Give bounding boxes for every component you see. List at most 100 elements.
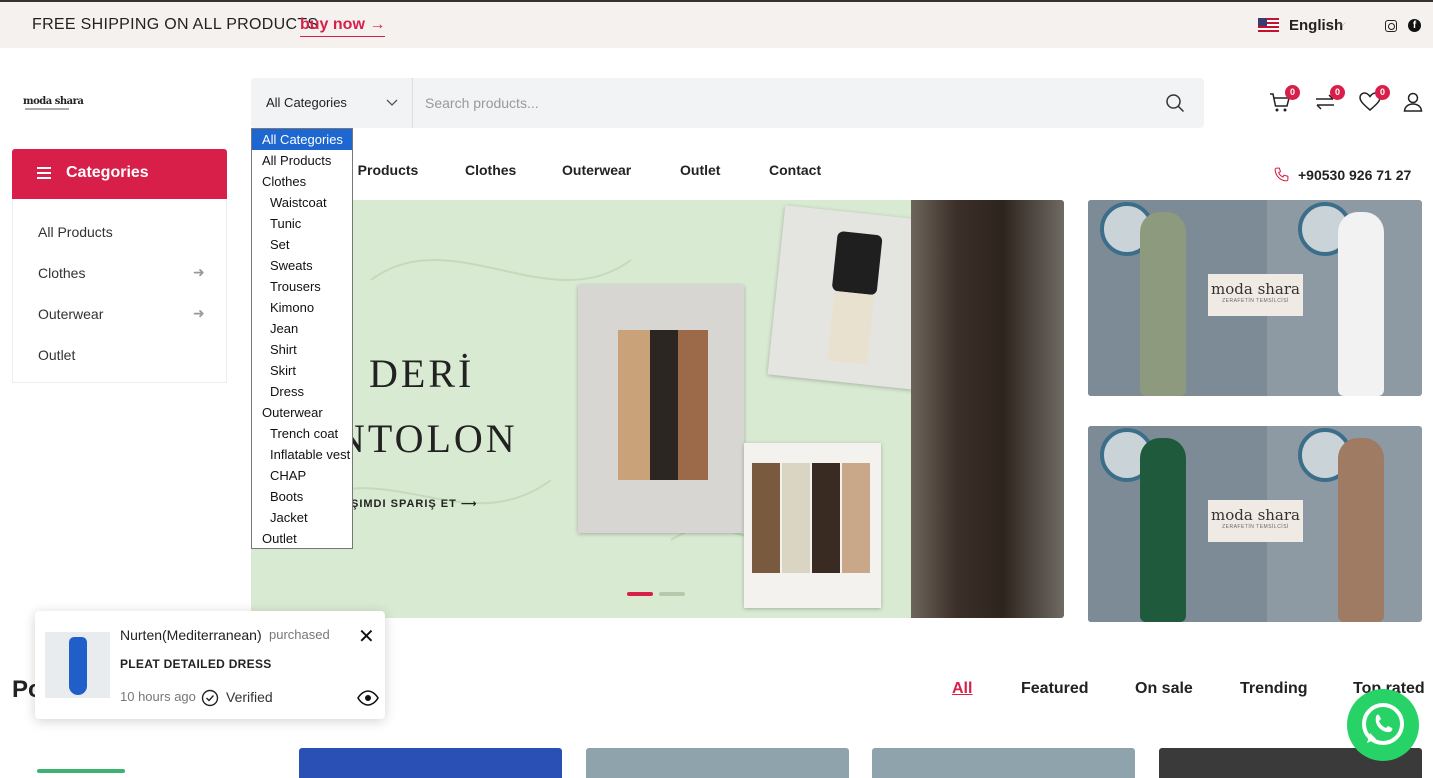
phone-number[interactable]: +90530 926 71 27 <box>1298 167 1411 183</box>
buy-now-link[interactable]: buy now → <box>300 16 386 37</box>
instagram-icon[interactable] <box>1385 20 1397 32</box>
compare-button[interactable]: 0 <box>1313 85 1345 114</box>
arrow-right-icon[interactable]: ➜ <box>193 305 205 322</box>
hero-title-line1: DERİ <box>369 351 475 396</box>
model-figure <box>1140 438 1186 622</box>
hero-photo-trousers-rack <box>578 285 744 533</box>
sidebar-item-clothes[interactable]: Clothes <box>38 265 85 281</box>
dropdown-option[interactable]: Kimono <box>252 297 352 318</box>
dropdown-option[interactable]: Clothes <box>252 171 352 192</box>
purchase-action: purchased <box>269 627 330 642</box>
dropdown-option[interactable]: Outerwear <box>252 402 352 423</box>
dropdown-option[interactable]: All Products <box>252 150 352 171</box>
dropdown-option[interactable]: Trousers <box>252 276 352 297</box>
categories-list: All Products Clothes ➜ Outerwear ➜ Outle… <box>12 199 227 383</box>
slider-dot-active[interactable] <box>627 592 653 596</box>
sidebar-item-outerwear[interactable]: Outerwear <box>38 306 103 322</box>
logo-tagline-line <box>25 108 69 110</box>
compare-count-badge: 0 <box>1330 85 1345 100</box>
model-figure <box>1140 212 1186 396</box>
dropdown-option[interactable]: Skirt <box>252 360 352 381</box>
dropdown-option[interactable]: Boots <box>252 486 352 507</box>
dropdown-option[interactable]: Inflatable vest <box>252 444 352 465</box>
language-selector[interactable]: English <box>1289 17 1343 34</box>
product-card[interactable] <box>872 748 1135 778</box>
nav-all-products[interactable]: ll Products <box>346 162 418 178</box>
us-flag-icon <box>1258 18 1279 32</box>
product-card[interactable] <box>586 748 849 778</box>
hero-banner[interactable]: DERİ NTOLON ŞIMDI SPARIŞ ET ⟶ <box>251 200 1064 618</box>
purchased-product-name[interactable]: PLEAT DETAILED DRESS <box>120 657 272 671</box>
dropdown-option[interactable]: Tunic <box>252 213 352 234</box>
sidebar-item-outlet[interactable]: Outlet <box>38 347 75 363</box>
hero-order-now-link[interactable]: ŞIMDI SPARIŞ ET ⟶ <box>351 497 478 510</box>
search-input[interactable] <box>425 91 1125 115</box>
nav-contact[interactable]: Contact <box>769 162 821 178</box>
product-thumbnail[interactable] <box>45 632 110 698</box>
dropdown-option[interactable]: Dress <box>252 381 352 402</box>
side-banner-top[interactable]: moda shara ZERAFETİN TEMSİLCİSİ <box>1088 200 1422 396</box>
dropdown-option[interactable]: Set <box>252 234 352 255</box>
sale-badge <box>37 769 125 773</box>
cart-count-badge: 0 <box>1285 85 1300 100</box>
dropdown-option[interactable]: Jacket <box>252 507 352 528</box>
categories-header[interactable]: Categories <box>12 149 227 199</box>
nav-outlet[interactable]: Outlet <box>680 162 720 178</box>
close-icon[interactable]: ✕ <box>358 627 375 647</box>
eye-icon[interactable] <box>357 690 379 706</box>
whatsapp-button[interactable] <box>1347 689 1419 761</box>
side-banner-bottom[interactable]: moda shara ZERAFETİN TEMSİLCİSİ <box>1088 426 1422 622</box>
banner-logo: moda shara ZERAFETİN TEMSİLCİSİ <box>1208 500 1303 542</box>
user-icon <box>1403 92 1423 112</box>
model-figure <box>1338 438 1384 622</box>
dress-image <box>69 637 87 695</box>
arrow-right-icon: → <box>369 16 386 33</box>
product-card[interactable] <box>299 748 562 778</box>
banner-logo-text: moda shara <box>1211 280 1300 298</box>
nav-outerwear[interactable]: Outerwear <box>562 162 631 178</box>
phone-icon <box>1274 167 1289 182</box>
whatsapp-icon <box>1362 703 1404 745</box>
check-circle-icon <box>201 689 219 707</box>
dropdown-option[interactable]: Trench coat <box>252 423 352 444</box>
categories-title: Categories <box>66 164 149 181</box>
category-select[interactable]: All Categories <box>251 78 413 128</box>
model-figure <box>1338 212 1384 396</box>
cart-button[interactable]: 0 <box>1268 85 1300 114</box>
chevron-down-icon[interactable]: ⌵ <box>1339 18 1346 29</box>
purchase-notification[interactable]: Nurten(Mediterranean) purchased PLEAT DE… <box>35 611 385 719</box>
category-dropdown-list[interactable]: All Categories All Products Clothes Waistco… <box>251 128 353 549</box>
category-select-value: All Categories <box>266 95 347 110</box>
dropdown-option[interactable]: Jean <box>252 318 352 339</box>
tab-all[interactable]: All <box>952 680 972 698</box>
verified-label: Verified <box>226 689 273 705</box>
banner-logo: moda shara ZERAFETİN TEMSİLCİSİ <box>1208 274 1303 316</box>
wishlist-button[interactable]: 0 <box>1358 85 1390 114</box>
dropdown-option[interactable]: Waistcoat <box>252 192 352 213</box>
chevron-down-icon <box>386 99 398 106</box>
arrow-right-icon[interactable]: ➜ <box>193 264 205 281</box>
tab-featured[interactable]: Featured <box>1021 680 1089 698</box>
dropdown-option[interactable]: Shirt <box>252 339 352 360</box>
tab-on-sale[interactable]: On sale <box>1135 680 1193 698</box>
dropdown-option[interactable]: Sweats <box>252 255 352 276</box>
search-bar: All Categories <box>251 78 1204 128</box>
hero-photo-legs <box>911 200 1064 618</box>
dropdown-option[interactable]: Outlet <box>252 528 352 549</box>
nav-clothes[interactable]: Clothes <box>465 162 516 178</box>
search-icon[interactable] <box>1165 93 1185 113</box>
banner-logo-text: moda shara <box>1211 506 1300 524</box>
hero-photo-trousers-flat <box>744 443 881 608</box>
menu-icon <box>37 167 51 179</box>
sidebar-item-all-products[interactable]: All Products <box>38 224 113 240</box>
slider-dot[interactable] <box>659 592 685 596</box>
account-button[interactable] <box>1401 90 1425 114</box>
buy-now-label: buy now <box>300 16 365 33</box>
facebook-icon[interactable]: f <box>1408 19 1421 32</box>
customer-name: Nurten(Mediterranean) <box>120 627 262 643</box>
tab-trending[interactable]: Trending <box>1240 680 1308 698</box>
dropdown-option[interactable]: All Categories <box>252 129 352 150</box>
banner-logo-tagline: ZERAFETİN TEMSİLCİSİ <box>1222 298 1289 304</box>
dropdown-option[interactable]: CHAP <box>252 465 352 486</box>
site-logo[interactable]: moda shara <box>23 96 84 107</box>
